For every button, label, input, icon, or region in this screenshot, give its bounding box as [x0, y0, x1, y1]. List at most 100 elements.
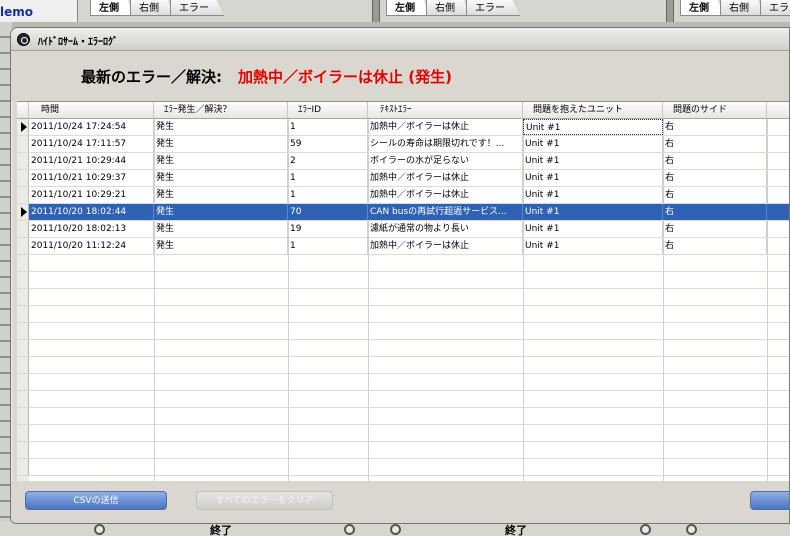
bg-tab-error[interactable]: エラー [760, 0, 790, 16]
cell-error-id[interactable]: 2 [288, 153, 368, 169]
row-header[interactable] [17, 238, 29, 254]
bg-tab-left[interactable]: 左側 [386, 0, 430, 16]
cell-error-text[interactable]: 加熱中／ボイラーは休止 [368, 119, 523, 135]
cell-unit[interactable]: Unit #1 [523, 119, 663, 135]
column-header-error-id[interactable]: ｴﾗｰID [288, 102, 368, 119]
cell-time[interactable]: 2011/10/20 11:12:24 [29, 238, 154, 254]
table-header: 時間 ｴﾗｰ発生／解決？ ｴﾗｰID ﾃｷｽﾄｴﾗｰ 問題を抱えたユニット 問題… [17, 102, 789, 119]
cell-unit[interactable]: Unit #1 [523, 153, 663, 169]
table-row[interactable]: 2011/10/21 10:29:37 発生 1 加熱中／ボイラーは休止 Unit #1… [17, 170, 789, 187]
cell-side[interactable]: 右 [663, 187, 767, 203]
cell-event[interactable]: 発生 [154, 153, 288, 169]
cell-side[interactable]: 右 [663, 221, 767, 237]
cell-unit[interactable]: Unit #1 [523, 204, 663, 220]
cell-event[interactable]: 発生 [154, 136, 288, 152]
error-table[interactable]: 時間 ｴﾗｰ発生／解決？ ｴﾗｰID ﾃｷｽﾄｴﾗｰ 問題を抱えたユニット 問題… [17, 101, 789, 481]
cell-time[interactable]: 2011/10/20 18:02:13 [29, 221, 154, 237]
cell-side[interactable]: 右 [663, 238, 767, 254]
column-header-side[interactable]: 問題のサイド [663, 102, 767, 119]
cell-error-text[interactable]: 加熱中／ボイラーは休止 [368, 170, 523, 186]
cell-time[interactable]: 2011/10/24 17:11:57 [29, 136, 154, 152]
row-header[interactable] [17, 119, 29, 135]
cell-side[interactable]: 右 [663, 204, 767, 220]
row-header[interactable] [17, 170, 29, 186]
row-header[interactable] [17, 204, 29, 220]
bg-tab-right[interactable]: 右側 [426, 0, 470, 16]
background-tabset-2: 左側 右側 エラー [386, 0, 520, 18]
row-header[interactable] [17, 187, 29, 203]
cell-event[interactable]: 発生 [154, 170, 288, 186]
cell-side[interactable]: 右 [663, 136, 767, 152]
bg-tab-error[interactable]: エラー [170, 0, 224, 16]
title-bar[interactable]: ﾊｲﾄﾞﾛｻｰﾑ・ｴﾗｰﾛｸﾞ [11, 28, 789, 51]
row-header[interactable] [17, 153, 29, 169]
empty-table-row [17, 272, 789, 289]
bg-tab-error[interactable]: エラー [466, 0, 520, 16]
table-row[interactable]: 2011/10/20 18:02:13 発生 19 濾紙が通常の物より長い Unit #… [17, 221, 789, 238]
bg-tab-left[interactable]: 左側 [90, 0, 134, 16]
row-header[interactable] [17, 136, 29, 152]
cell-error-id[interactable]: 1 [288, 187, 368, 203]
row-header [17, 255, 29, 271]
row-header [17, 408, 29, 424]
cell-error-id[interactable]: 19 [288, 221, 368, 237]
cell-event[interactable]: 発生 [154, 187, 288, 203]
cell-side[interactable]: 右 [663, 119, 767, 135]
column-header-text[interactable]: ﾃｷｽﾄｴﾗｰ [368, 102, 523, 119]
table-row[interactable]: 2011/10/21 10:29:21 発生 1 加熱中／ボイラーは休止 Unit #1… [17, 187, 789, 204]
cell-event[interactable]: 発生 [154, 221, 288, 237]
cell-time[interactable]: 2011/10/21 10:29:44 [29, 153, 154, 169]
cell-error-text[interactable]: 濾紙が通常の物より長い [368, 221, 523, 237]
cell-side[interactable]: 右 [663, 170, 767, 186]
cell-side[interactable]: 右 [663, 153, 767, 169]
row-header[interactable] [17, 221, 29, 237]
bg-tab-right[interactable]: 右側 [720, 0, 764, 16]
column-header-event[interactable]: ｴﾗｰ発生／解決？ [154, 102, 288, 119]
cell-error-id[interactable]: 1 [288, 238, 368, 254]
row-pointer-icon [21, 122, 27, 132]
table-row[interactable]: 2011/10/20 18:02:44 発生 70 CAN busの再試行超過サービス… [17, 204, 789, 221]
table-row[interactable]: 2011/10/24 17:11:57 発生 59 シールの寿命は期限切れです！...… [17, 136, 789, 153]
cell-time[interactable]: 2011/10/20 18:02:44 [29, 204, 154, 220]
empty-table-row [17, 306, 789, 323]
column-header-time[interactable]: 時間 [29, 102, 154, 119]
cell-event[interactable]: 発生 [154, 204, 288, 220]
cell-unit[interactable]: Unit #1 [523, 238, 663, 254]
table-row[interactable]: 2011/10/20 11:12:24 発生 1 加熱中／ボイラーは休止 Unit #1… [17, 238, 789, 255]
empty-table-row [17, 442, 789, 459]
background-memo-panel: lemo [0, 0, 78, 22]
cell-error-text[interactable]: 加熱中／ボイラーは休止 [368, 187, 523, 203]
cell-unit[interactable]: Unit #1 [523, 136, 663, 152]
table-row[interactable]: 2011/10/24 17:24:54 発生 1 加熱中／ボイラーは休止 Unit #1… [17, 119, 789, 136]
right-action-button[interactable] [750, 491, 789, 510]
send-csv-button[interactable]: CSVの送信 [25, 491, 167, 510]
table-row[interactable]: 2011/10/21 10:29:44 発生 2 ボイラーの水が足らない Unit #1… [17, 153, 789, 170]
empty-table-row [17, 323, 789, 340]
cell-error-id[interactable]: 1 [288, 170, 368, 186]
cell-error-id[interactable]: 1 [288, 119, 368, 135]
cell-error-text[interactable]: ボイラーの水が足らない [368, 153, 523, 169]
empty-table-row [17, 408, 789, 425]
cell-unit[interactable]: Unit #1 [523, 187, 663, 203]
cell-error-text[interactable]: 加熱中／ボイラーは休止 [368, 238, 523, 254]
column-header-unit[interactable]: 問題を抱えたユニット [523, 102, 663, 119]
bg-tab-left[interactable]: 左側 [680, 0, 724, 16]
clear-all-errors-button[interactable]: すべてのエラーをクリア [196, 491, 333, 510]
cell-time[interactable]: 2011/10/21 10:29:37 [29, 170, 154, 186]
row-header [17, 340, 29, 356]
empty-table-row [17, 255, 789, 272]
cell-error-id[interactable]: 70 [288, 204, 368, 220]
row-header [17, 289, 29, 305]
background-divider [666, 0, 674, 22]
cell-error-text[interactable]: シールの寿命は期限切れです！... [368, 136, 523, 152]
cell-event[interactable]: 発生 [154, 119, 288, 135]
cell-time[interactable]: 2011/10/24 17:24:54 [29, 119, 154, 135]
cell-unit[interactable]: Unit #1 [523, 170, 663, 186]
cell-unit[interactable]: Unit #1 [523, 221, 663, 237]
bg-tab-right[interactable]: 右側 [130, 0, 174, 16]
cell-time[interactable]: 2011/10/21 10:29:21 [29, 187, 154, 203]
cell-error-id[interactable]: 59 [288, 136, 368, 152]
cell-event[interactable]: 発生 [154, 238, 288, 254]
cell-error-text[interactable]: CAN busの再試行超過サービス... [368, 204, 523, 220]
row-header [17, 391, 29, 407]
